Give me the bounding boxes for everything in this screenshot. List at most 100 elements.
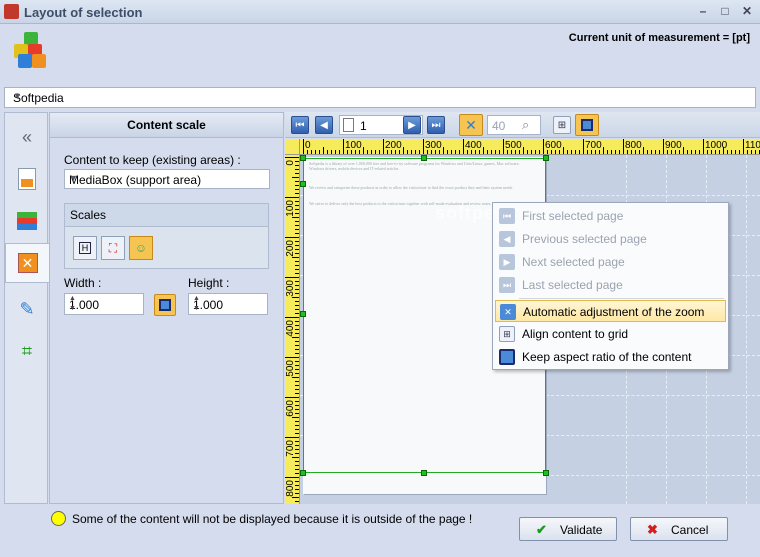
aspect-ratio-icon[interactable] [575,114,599,136]
menu-item-previous-page[interactable]: ◀ Previous selected page [495,228,726,250]
ruler-tick [691,150,692,154]
next-page-icon[interactable]: ▶ [403,116,421,134]
ruler-tick [623,139,624,154]
maximize-button[interactable]: □ [717,4,733,18]
layers-icon[interactable] [9,201,45,241]
ruler-label: 400 [285,320,296,337]
ruler-tick [295,385,299,386]
menu-item-keep-aspect[interactable]: Keep aspect ratio of the content [495,346,726,368]
back-arrows-icon[interactable]: « [9,117,45,157]
ruler-tick [292,457,299,458]
ruler-tick [463,139,464,154]
menu-item-label: Align content to grid [522,327,629,341]
ruler-tick [615,150,616,154]
content-keep-select[interactable]: MediaBox (support area) ▼ [64,169,270,189]
height-spinner[interactable]: 1.000 ▲ ▼ [188,293,268,315]
page-icon [343,118,354,132]
chevron-down-icon[interactable]: ▼ [13,91,751,101]
window-title: Layout of selection [24,5,143,20]
validate-label: Validate [560,523,603,537]
ruler-label: 600 [545,140,562,151]
menu-item-auto-zoom[interactable]: ✕ Automatic adjustment of the zoom [495,300,726,322]
ruler-tick [295,353,299,354]
link-dimensions-button[interactable] [154,294,176,316]
menu-item-label: Last selected page [522,278,623,292]
ruler-tick [663,139,664,154]
ruler-tick [451,150,452,154]
ruler-tick [659,150,660,154]
chevron-down-icon[interactable]: ▼ [69,173,265,183]
ruler-label: 900 [665,140,682,151]
fit-width-button[interactable]: H [73,236,97,260]
spin-up-icon[interactable]: ▲ [193,295,265,302]
crop-icon[interactable]: ⌗ [9,331,45,371]
ruler-tick [571,150,572,154]
ruler-tick [295,469,299,470]
ruler-corner [285,139,300,155]
previous-page-icon[interactable]: ◀ [315,116,333,134]
document-select[interactable]: Softpedia ▼ [4,87,756,108]
pin-icon[interactable]: ✎ [9,289,45,329]
minimize-button[interactable]: – [695,4,711,18]
ruler-label: 200 [285,240,296,257]
resize-handle[interactable] [300,181,306,187]
ruler-tick [567,150,568,154]
ruler-tick [295,309,299,310]
ruler-tick [292,417,299,418]
validate-button[interactable]: ✔ Validate [519,517,617,541]
ruler-tick [407,150,408,154]
ruler-tick [295,313,299,314]
ruler-tick [403,147,404,154]
resize-handle[interactable] [300,155,306,161]
crop-scale-icon[interactable]: ✕ [5,243,49,283]
menu-separator [519,298,724,299]
height-label: Height : [188,276,230,290]
menu-item-last-page[interactable]: ⏭ Last selected page [495,274,726,296]
ruler-label: 110 [745,140,760,151]
grid-icon: ⊞ [499,326,515,342]
fit-page-button[interactable]: ⛶ [101,236,125,260]
resize-handle[interactable] [300,311,306,317]
resize-handle[interactable] [300,470,306,476]
resize-handle[interactable] [543,470,549,476]
close-button[interactable]: ✕ [739,4,755,18]
ruler-tick [295,421,299,422]
ruler-tick [683,147,684,154]
report-icon[interactable] [9,159,45,199]
menu-item-next-page[interactable]: ▶ Next selected page [495,251,726,273]
first-page-icon[interactable]: ⏮ [291,116,309,134]
context-menu: ⏮ First selected page ◀ Previous selecte… [492,202,729,370]
ruler-tick [303,139,304,154]
ruler-tick [295,465,299,466]
ruler-tick [575,150,576,154]
width-label: Width : [64,276,102,290]
auto-zoom-icon[interactable]: ✕ [459,114,483,136]
ruler-tick [531,150,532,154]
width-spinner[interactable]: 1.000 ▲ ▼ [64,293,144,315]
ruler-label: 1000 [705,140,728,151]
ruler-tick [327,150,328,154]
custom-scale-button[interactable]: ☺ [129,236,153,260]
zoom-icon[interactable]: ⌕ [522,117,529,133]
horizontal-ruler: 0 100 200 300 400 500 600 700 800 900 1000 110 [300,139,760,155]
ruler-label: 100 [285,200,296,217]
auto-zoom-icon: ✕ [500,304,516,320]
zoom-input[interactable]: 40 ⌕ [487,115,541,135]
ruler-tick [285,237,299,238]
ruler-tick [295,269,299,270]
ruler-tick [423,139,424,154]
spin-down-icon[interactable]: ▼ [193,305,265,312]
spin-up-icon[interactable]: ▲ [69,295,141,302]
grid-icon[interactable]: ⊞ [553,116,571,134]
menu-item-first-page[interactable]: ⏮ First selected page [495,205,726,227]
resize-handle[interactable] [543,155,549,161]
ruler-tick [295,225,299,226]
resize-handle[interactable] [421,470,427,476]
cancel-button[interactable]: ✖ Cancel [630,517,728,541]
menu-item-align-grid[interactable]: ⊞ Align content to grid [495,323,726,345]
spin-down-icon[interactable]: ▼ [69,305,141,312]
resize-handle[interactable] [421,155,427,161]
ruler-tick [292,497,299,498]
content-keep-label: Content to keep (existing areas) : [64,153,241,167]
last-page-icon[interactable]: ⏭ [427,116,445,134]
